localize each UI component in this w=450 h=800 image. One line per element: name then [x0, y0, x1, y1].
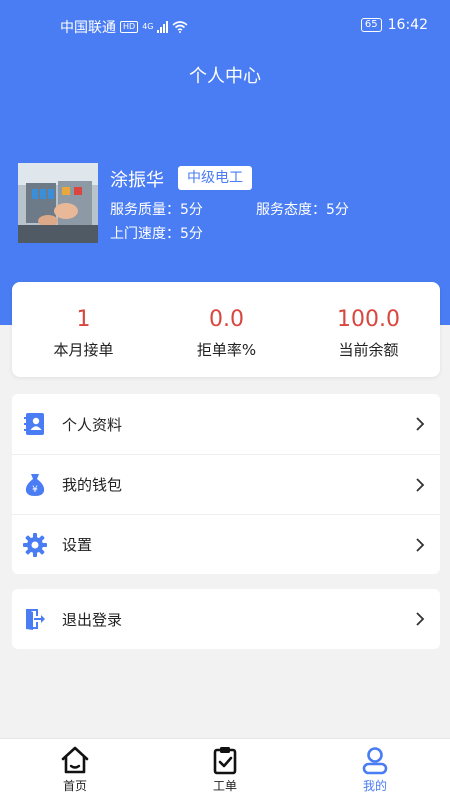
reject-rate-value: 0.0: [209, 307, 244, 332]
visit-speed: 上门速度：5分: [110, 226, 203, 242]
menu-item-profile[interactable]: 个人资料: [12, 394, 440, 454]
summary-balance[interactable]: 100.0 当前余额: [297, 282, 440, 377]
summary-card: 1 本月接单 0.0 拒单率% 100.0 当前余额: [12, 282, 440, 377]
level-badge: 中级电工: [178, 166, 252, 190]
carrier-name: 中国联通: [60, 20, 116, 36]
chevron-right-icon: [416, 612, 425, 626]
tab-label-orders: 工单: [212, 779, 237, 793]
battery-indicator: 65: [360, 18, 382, 32]
chevron-right-icon: [416, 417, 425, 431]
balance-value: 100.0: [337, 307, 400, 332]
service-quality: 服务质量：5分: [110, 202, 203, 218]
menu-label-settings: 设置: [62, 536, 93, 554]
service-attitude: 服务态度：5分: [256, 202, 349, 218]
summary-monthly-orders[interactable]: 1 本月接单: [12, 282, 155, 377]
home-icon: [61, 746, 89, 774]
tab-label-mine: 我的: [362, 779, 387, 793]
tab-bar: 首页 工单 我的: [0, 738, 450, 800]
avatar[interactable]: [18, 163, 98, 243]
logout-label: 退出登录: [62, 610, 123, 629]
money-bag-icon: ¥: [22, 472, 48, 498]
clipboard-check-icon: [213, 747, 237, 775]
page-title: 个人中心: [189, 66, 261, 87]
signal-icon: [157, 21, 169, 33]
logout-button[interactable]: 退出登录: [12, 589, 440, 649]
status-right: 65 16:42: [360, 17, 428, 33]
tab-home[interactable]: 首页: [35, 739, 115, 800]
menu-item-settings[interactable]: 设置: [12, 514, 440, 574]
network-type: 4G: [142, 22, 154, 31]
menu-label-wallet: 我的钱包: [62, 476, 123, 494]
status-left: 中国联通 HD 4G: [60, 17, 189, 37]
tab-orders[interactable]: 工单: [185, 739, 265, 800]
wifi-icon: [172, 21, 189, 33]
tab-label-home: 首页: [62, 779, 87, 793]
logout-card: 退出登录: [12, 589, 440, 649]
gear-icon: [22, 532, 48, 558]
user-name: 涂振华: [110, 170, 164, 191]
logout-icon: [22, 606, 48, 632]
menu-label-profile: 个人资料: [62, 415, 123, 434]
menu-card: 个人资料 ¥ 我的钱包 设置: [12, 394, 440, 574]
summary-reject-rate[interactable]: 0.0 拒单率%: [155, 282, 298, 377]
status-bar: 中国联通 HD 4G 65 16:42: [0, 0, 450, 52]
chevron-right-icon: [416, 538, 425, 552]
tab-mine[interactable]: 我的: [335, 739, 415, 800]
balance-label: 当前余额: [338, 341, 399, 359]
reject-rate-label: 拒单率%: [196, 341, 257, 359]
svg-text:¥: ¥: [32, 485, 38, 495]
monthly-orders-value: 1: [76, 307, 91, 332]
clock: 16:42: [387, 17, 428, 33]
user-icon: [362, 747, 388, 775]
menu-item-wallet[interactable]: ¥ 我的钱包: [12, 454, 440, 514]
profile-card-icon: [22, 411, 48, 437]
chevron-right-icon: [416, 478, 425, 492]
hd-badge: HD: [120, 21, 139, 33]
monthly-orders-label: 本月接单: [53, 341, 114, 359]
